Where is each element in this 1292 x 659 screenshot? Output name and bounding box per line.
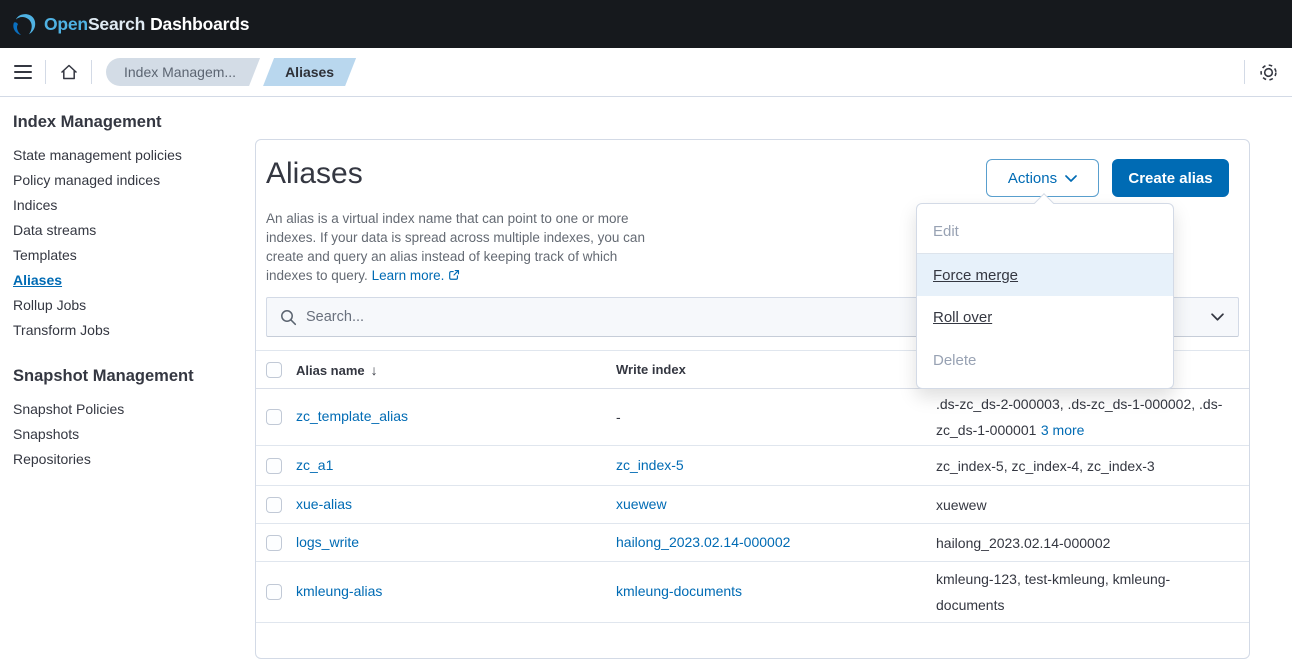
nav-bar: Index Managem... Aliases xyxy=(0,48,1292,97)
table-row: zc_template_alias - .ds-zc_ds-2-000003, … xyxy=(256,389,1249,446)
sidebar-item-state-management-policies[interactable]: State management policies xyxy=(13,143,255,168)
breadcrumb: Index Managem... Aliases xyxy=(106,58,356,86)
actions-button[interactable]: Actions xyxy=(986,159,1099,197)
top-header-bar: OpenSearchDashboards xyxy=(0,0,1292,48)
sidebar-section-index-management: Index Management State management polici… xyxy=(13,113,255,343)
alias-link[interactable]: xue-alias xyxy=(296,496,352,512)
sidebar-item-aliases[interactable]: Aliases xyxy=(13,268,255,293)
sort-desc-icon: ↓ xyxy=(371,362,378,378)
aliases-table: Alias name↓ Write index zc_template_alia… xyxy=(256,350,1249,623)
opensearch-logo: OpenSearchDashboards xyxy=(10,11,249,38)
sidebar-item-repositories[interactable]: Repositories xyxy=(13,447,255,472)
search-dropdown-chevron-icon[interactable] xyxy=(1211,313,1224,321)
chevron-down-icon xyxy=(1065,175,1077,182)
create-alias-button[interactable]: Create alias xyxy=(1112,159,1229,197)
row-checkbox[interactable] xyxy=(266,497,282,513)
menu-item-roll-over[interactable]: Roll over xyxy=(917,296,1173,339)
alias-link[interactable]: zc_a1 xyxy=(296,457,333,473)
write-index-link[interactable]: hailong_2023.02.14-000002 xyxy=(616,534,790,550)
sidebar-item-templates[interactable]: Templates xyxy=(13,243,255,268)
menu-item-edit[interactable]: Edit xyxy=(917,210,1173,253)
breadcrumb-aliases[interactable]: Aliases xyxy=(263,58,356,86)
column-header-alias-name[interactable]: Alias name↓ xyxy=(296,362,616,378)
home-button[interactable] xyxy=(46,48,91,96)
hamburger-icon xyxy=(14,65,32,79)
sidebar: Index Management State management polici… xyxy=(0,97,255,472)
write-index-link[interactable]: kmleung-documents xyxy=(616,583,742,599)
sidebar-item-transform-jobs[interactable]: Transform Jobs xyxy=(13,318,255,343)
header-buttons: Actions Create alias xyxy=(986,156,1239,197)
page-description: An alias is a virtual index name that ca… xyxy=(266,209,660,285)
help-icon xyxy=(1259,63,1278,82)
menu-toggle-button[interactable] xyxy=(0,48,45,96)
learn-more-link[interactable]: Learn more. xyxy=(372,268,461,283)
sidebar-item-indices[interactable]: Indices xyxy=(13,193,255,218)
row-checkbox[interactable] xyxy=(266,584,282,600)
sidebar-item-data-streams[interactable]: Data streams xyxy=(13,218,255,243)
nav-right-controls xyxy=(1244,48,1292,96)
help-button[interactable] xyxy=(1245,48,1292,96)
alias-link[interactable]: zc_template_alias xyxy=(296,408,408,424)
row-checkbox[interactable] xyxy=(266,458,282,474)
sidebar-title-index-management: Index Management xyxy=(13,113,255,132)
sidebar-section-snapshot-management: Snapshot Management Snapshot Policies Sn… xyxy=(13,367,255,472)
indexes-value: hailong_2023.02.14-000002 xyxy=(936,535,1110,551)
table-row: zc_a1 zc_index-5 zc_index-5, zc_index-4,… xyxy=(256,446,1249,486)
menu-item-force-merge[interactable]: Force merge xyxy=(917,253,1173,296)
sidebar-item-rollup-jobs[interactable]: Rollup Jobs xyxy=(13,293,255,318)
row-checkbox[interactable] xyxy=(266,409,282,425)
page-title: Aliases xyxy=(266,156,363,192)
panel-header: Aliases Actions Create alias xyxy=(266,156,1239,197)
alias-link[interactable]: kmleung-alias xyxy=(296,583,382,599)
table-row: logs_write hailong_2023.02.14-000002 hai… xyxy=(256,524,1249,562)
write-index-link[interactable]: zc_index-5 xyxy=(616,457,684,473)
home-icon xyxy=(59,62,79,82)
sidebar-item-policy-managed-indices[interactable]: Policy managed indices xyxy=(13,168,255,193)
sidebar-item-snapshots[interactable]: Snapshots xyxy=(13,422,255,447)
write-index-link[interactable]: xuewew xyxy=(616,496,667,512)
sidebar-item-snapshot-policies[interactable]: Snapshot Policies xyxy=(13,397,255,422)
menu-item-delete[interactable]: Delete xyxy=(917,339,1173,382)
opensearch-logo-icon xyxy=(10,11,37,38)
indexes-value: xuewew xyxy=(936,497,987,513)
search-icon xyxy=(280,309,297,326)
indexes-value: kmleung-123, test-kmleung, kmleung-docum… xyxy=(936,571,1170,613)
column-header-write-index[interactable]: Write index xyxy=(616,362,936,377)
breadcrumb-index-management[interactable]: Index Managem... xyxy=(106,58,260,86)
row-checkbox[interactable] xyxy=(266,535,282,551)
external-link-icon xyxy=(448,269,460,281)
divider xyxy=(91,60,92,84)
actions-menu-popover: Edit Force merge Roll over Delete xyxy=(916,203,1174,389)
select-all-checkbox[interactable] xyxy=(266,362,282,378)
alias-link[interactable]: logs_write xyxy=(296,534,359,550)
write-index-value: - xyxy=(616,409,621,425)
sidebar-title-snapshot-management: Snapshot Management xyxy=(13,367,255,386)
table-row: xue-alias xuewew xuewew xyxy=(256,486,1249,524)
brand-title: OpenSearchDashboards xyxy=(44,14,249,35)
more-indexes-link[interactable]: 3 more xyxy=(1041,422,1085,438)
table-row: kmleung-alias kmleung-documents kmleung-… xyxy=(256,562,1249,623)
indexes-value: zc_index-5, zc_index-4, zc_index-3 xyxy=(936,458,1155,474)
